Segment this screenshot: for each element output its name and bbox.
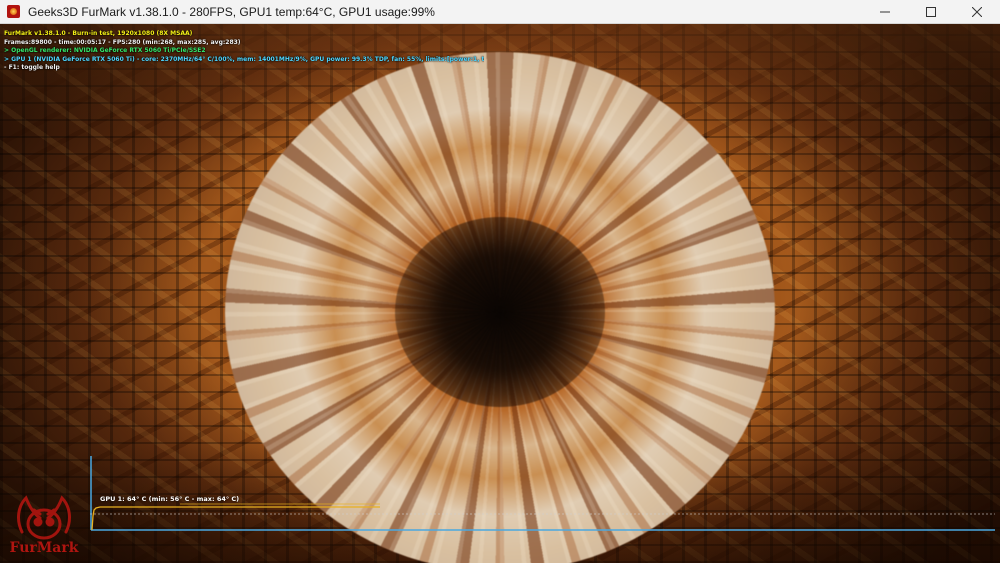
maximize-icon [926,7,936,17]
furmark-logo-icon: FurMark [10,495,79,556]
hud-overlay: FurMark v1.38.1.0 - Burn-in test, 1920x1… [4,30,484,92]
hud-renderer-line: > OpenGL renderer: NVIDIA GeForce RTX 50… [4,47,206,55]
gpu-temp-graph [90,456,995,531]
minimize-icon [880,11,890,13]
hud-title-line: FurMark v1.38.1.0 - Burn-in test, 1920x1… [4,30,193,37]
hud-gpu-line: > GPU 1 (NVIDIA GeForce RTX 5060 Ti) - c… [4,55,484,63]
close-icon [972,7,982,17]
window-title: Geeks3D FurMark v1.38.1.0 - 280FPS, GPU1… [28,4,435,19]
title-bar[interactable]: Geeks3D FurMark v1.38.1.0 - 280FPS, GPU1… [0,0,1000,24]
hud-help-line: - F1: toggle help [4,64,60,72]
hud-frames-line: Frames:89800 - time:00:05:17 - FPS:280 (… [4,38,241,46]
window-controls [862,0,1000,24]
logo-text: FurMark [10,540,79,556]
maximize-button[interactable] [908,0,954,24]
minimize-button[interactable] [862,0,908,24]
close-button[interactable] [954,0,1000,24]
furmark-app-icon[interactable] [7,5,20,18]
gpu-temp-curve [91,506,380,531]
